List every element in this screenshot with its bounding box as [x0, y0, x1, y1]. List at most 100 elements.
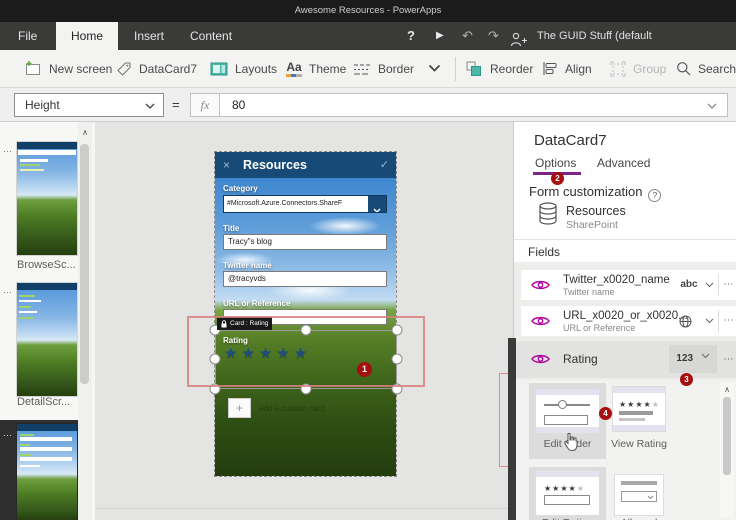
- redo-icon[interactable]: ↷: [488, 22, 499, 50]
- help-icon[interactable]: ?: [407, 22, 415, 50]
- menubar: File Home Insert Content ? ▶ ↶ ↷ The GUI…: [0, 22, 736, 50]
- check-icon[interactable]: ✓: [380, 152, 389, 178]
- more-options-icon[interactable]: ⋯: [721, 306, 736, 336]
- view-rating-thumbnail[interactable]: ★★★★★: [613, 387, 665, 431]
- row-divider: [718, 274, 719, 296]
- align-button[interactable]: Align: [542, 50, 592, 87]
- chevron-down-icon[interactable]: [705, 318, 714, 324]
- theme-aa-icon: Aa: [286, 61, 302, 77]
- search-button[interactable]: Search: [676, 50, 736, 87]
- group-label: Group: [633, 61, 667, 76]
- fx-icon: fx: [190, 93, 220, 117]
- expand-chevron-button[interactable]: [428, 50, 441, 87]
- phone-header: × Resources ✓: [215, 152, 396, 178]
- more-options-icon[interactable]: ⋯: [721, 270, 736, 300]
- field-type-selector[interactable]: 123: [669, 345, 717, 373]
- property-bar: Height = fx 80: [0, 88, 736, 122]
- globe-icon[interactable]: [679, 315, 692, 328]
- new-screen-label: New screen: [49, 61, 113, 76]
- chevron-down-icon: [428, 64, 441, 72]
- chevron-down-icon[interactable]: [368, 196, 386, 212]
- annotation-badge-4: 4: [599, 407, 612, 420]
- resize-handle[interactable]: [209, 383, 221, 395]
- screen1-label[interactable]: BrowseSc...: [17, 259, 76, 271]
- datasource-name[interactable]: Resources: [566, 204, 626, 218]
- add-card-button[interactable]: +: [228, 398, 251, 418]
- lock-icon: [221, 319, 227, 327]
- scroll-up-icon[interactable]: ∧: [78, 128, 92, 137]
- resize-handle[interactable]: [209, 353, 221, 365]
- border-label: Border: [378, 61, 415, 76]
- resize-handle[interactable]: [391, 353, 403, 365]
- chevron-down-icon: [145, 103, 155, 109]
- resize-handle[interactable]: [391, 324, 403, 336]
- field-name: URL_x0020_or_x0020...: [563, 310, 688, 322]
- chevron-down-icon: [701, 353, 709, 359]
- design-canvas[interactable]: × Resources ✓ Category #Microsoft.Azure.…: [95, 122, 513, 520]
- play-icon[interactable]: ▶: [436, 22, 444, 50]
- more-options-icon[interactable]: ⋯: [721, 341, 736, 378]
- menu-insert[interactable]: Insert: [124, 22, 174, 50]
- screen3-menu-icon[interactable]: ⋯: [3, 430, 13, 441]
- selection-tag-label: Card : Rating: [230, 320, 269, 327]
- screen2-menu-icon[interactable]: ⋯: [3, 287, 13, 298]
- new-screen-button[interactable]: New screen: [24, 50, 112, 87]
- screen-thumbnail-edit[interactable]: [17, 424, 77, 520]
- screen1-menu-icon[interactable]: ⋯: [3, 146, 13, 157]
- category-dropdown[interactable]: #Microsoft.Azure.Connectors.ShareF: [223, 195, 387, 213]
- twitter-input[interactable]: @tracyvds: [223, 271, 387, 287]
- tab-advanced[interactable]: Advanced: [597, 156, 650, 170]
- field-display-name: Twitter name: [563, 287, 615, 297]
- screen-thumbnail-detail[interactable]: [17, 283, 77, 396]
- titlebar: Awesome Resources - PowerApps: [0, 0, 736, 22]
- toolbar: New screen DataCard7 Layouts Aa Theme Bo…: [0, 50, 736, 88]
- eye-icon[interactable]: [531, 279, 550, 291]
- gallery-scrollbar-thumb[interactable]: [723, 397, 731, 475]
- selected-field-indicator: [508, 338, 516, 520]
- property-dropdown[interactable]: Height: [14, 93, 164, 117]
- environment-name[interactable]: The GUID Stuff (default: [537, 22, 736, 50]
- edit-slider-thumbnail[interactable]: [536, 389, 599, 433]
- share-user-icon[interactable]: [510, 29, 528, 47]
- help-circle-icon[interactable]: ?: [648, 189, 662, 202]
- add-card-hint: add a custom card: [259, 404, 325, 413]
- border-button[interactable]: Border: [353, 50, 414, 87]
- tab-options[interactable]: Options: [535, 156, 576, 170]
- panel-title: DataCard7: [534, 132, 607, 149]
- sidebar-scrollbar-thumb[interactable]: [80, 144, 89, 384]
- resize-handle[interactable]: [300, 324, 312, 336]
- field-row-rating[interactable]: Rating 123 ⋯: [514, 341, 736, 378]
- resize-handle[interactable]: [391, 383, 403, 395]
- title-input[interactable]: Tracy"s blog: [223, 234, 387, 250]
- menu-file[interactable]: File: [8, 22, 47, 50]
- field-row-url[interactable]: URL_x0020_or_x0020... URL or Reference ⋯: [521, 306, 736, 336]
- phone-preview[interactable]: × Resources ✓ Category #Microsoft.Azure.…: [214, 151, 397, 477]
- field-type-text[interactable]: abc: [676, 270, 702, 300]
- menu-home[interactable]: Home: [56, 22, 118, 50]
- window-title: Awesome Resources - PowerApps: [294, 5, 442, 16]
- view-rating-label: View Rating: [611, 438, 667, 450]
- edit-rating-thumbnail[interactable]: ★★★★★: [536, 471, 599, 515]
- layouts-button[interactable]: Layouts: [210, 50, 277, 87]
- screen-thumbnail-browse[interactable]: [17, 142, 77, 255]
- scroll-up-icon[interactable]: ∧: [720, 385, 734, 394]
- reorder-button[interactable]: Reorder: [466, 50, 533, 87]
- toolbar-divider: [455, 57, 456, 81]
- theme-button[interactable]: Aa Theme: [286, 50, 346, 87]
- chevron-down-icon[interactable]: [707, 103, 717, 110]
- annotation-badge-3: 3: [680, 373, 693, 386]
- allowed-values-thumbnail[interactable]: [615, 475, 663, 515]
- datacard-button[interactable]: DataCard7: [116, 50, 197, 87]
- close-icon[interactable]: ×: [223, 152, 230, 178]
- properties-panel: DataCard7 Options Advanced Form customiz…: [513, 122, 736, 520]
- menu-content[interactable]: Content: [180, 22, 242, 50]
- undo-icon[interactable]: ↶: [462, 22, 473, 50]
- category-value: #Microsoft.Azure.Connectors.ShareF: [227, 200, 343, 207]
- chevron-down-icon[interactable]: [705, 282, 714, 288]
- resize-handle[interactable]: [300, 383, 312, 395]
- eye-icon[interactable]: [531, 353, 550, 365]
- formula-input[interactable]: 80: [219, 93, 728, 117]
- eye-icon[interactable]: [531, 315, 550, 327]
- field-row-twitter[interactable]: Twitter_x0020_name Twitter name abc ⋯: [521, 270, 736, 300]
- screen2-label[interactable]: DetailScr...: [17, 396, 70, 408]
